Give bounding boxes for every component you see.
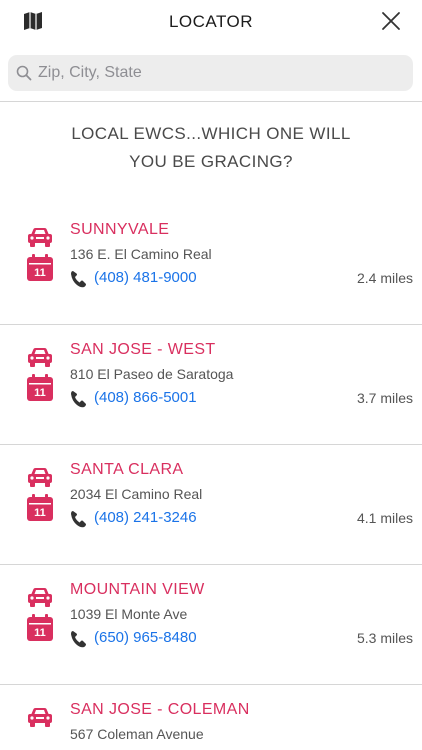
calendar-icon[interactable]: 11 bbox=[27, 374, 53, 401]
distance: 5.3 miles bbox=[356, 630, 413, 646]
location-name[interactable]: SAN JOSE - COLEMAN bbox=[70, 701, 250, 719]
location-item-santa-clara[interactable]: 11 SANTA CLARA 2034 El Camino Real (408)… bbox=[0, 445, 422, 565]
location-item-mountain-view[interactable]: 11 MOUNTAIN VIEW 1039 El Monte Ave (650)… bbox=[0, 565, 422, 685]
headline-line-2: YOU BE GRACING? bbox=[129, 152, 293, 171]
location-item-san-jose-west[interactable]: 11 SAN JOSE - WEST 810 El Paseo de Sarat… bbox=[0, 325, 422, 445]
phone-link[interactable]: (650) 965-8480 bbox=[94, 629, 197, 646]
location-address: 567 Coleman Avenue bbox=[70, 726, 204, 742]
search-input[interactable] bbox=[38, 55, 398, 91]
search-icon bbox=[16, 65, 32, 81]
location-item-san-jose-coleman[interactable]: SAN JOSE - COLEMAN 567 Coleman Avenue bbox=[0, 685, 422, 750]
distance: 3.7 miles bbox=[356, 390, 413, 406]
location-address: 2034 El Camino Real bbox=[70, 486, 203, 502]
calendar-day: 11 bbox=[34, 267, 46, 279]
phone-link[interactable]: (408) 866-5001 bbox=[94, 389, 197, 406]
calendar-icon[interactable]: 11 bbox=[27, 494, 53, 521]
header-bar: LOCATOR bbox=[0, 0, 422, 44]
calendar-day: 11 bbox=[34, 627, 46, 639]
location-name[interactable]: MOUNTAIN VIEW bbox=[70, 581, 205, 599]
calendar-icon[interactable]: 11 bbox=[27, 614, 53, 641]
section-headline: LOCAL EWCS...WHICH ONE WILL YOU BE GRACI… bbox=[40, 120, 382, 176]
phone-icon bbox=[71, 391, 86, 408]
divider bbox=[0, 101, 422, 102]
phone-link[interactable]: (408) 481-9000 bbox=[94, 269, 197, 286]
phone-link[interactable]: (408) 241-3246 bbox=[94, 509, 197, 526]
car-icon bbox=[28, 348, 52, 367]
location-address: 136 E. El Camino Real bbox=[70, 246, 212, 262]
car-icon bbox=[28, 468, 52, 487]
car-icon bbox=[28, 708, 52, 727]
location-name[interactable]: SUNNYVALE bbox=[70, 221, 169, 239]
phone-icon bbox=[71, 631, 86, 648]
car-icon bbox=[28, 588, 52, 607]
calendar-day: 11 bbox=[34, 387, 46, 399]
search-bar bbox=[8, 55, 413, 91]
page-title: LOCATOR bbox=[168, 12, 254, 31]
location-address: 1039 El Monte Ave bbox=[70, 606, 188, 622]
location-address: 810 El Paseo de Saratoga bbox=[70, 366, 234, 382]
calendar-icon[interactable]: 11 bbox=[27, 254, 53, 281]
distance: 2.4 miles bbox=[356, 270, 413, 286]
car-icon bbox=[28, 228, 52, 247]
location-item-sunnyvale[interactable]: 11 SUNNYVALE 136 E. El Camino Real (408)… bbox=[0, 205, 422, 325]
distance: 4.1 miles bbox=[356, 510, 413, 526]
location-name[interactable]: SAN JOSE - WEST bbox=[70, 341, 216, 359]
location-name[interactable]: SANTA CLARA bbox=[70, 461, 183, 479]
phone-icon bbox=[71, 511, 86, 528]
calendar-day: 11 bbox=[34, 507, 46, 519]
headline-line-1: LOCAL EWCS...WHICH ONE WILL bbox=[71, 124, 351, 143]
phone-icon bbox=[71, 271, 86, 288]
close-icon[interactable] bbox=[380, 10, 402, 32]
